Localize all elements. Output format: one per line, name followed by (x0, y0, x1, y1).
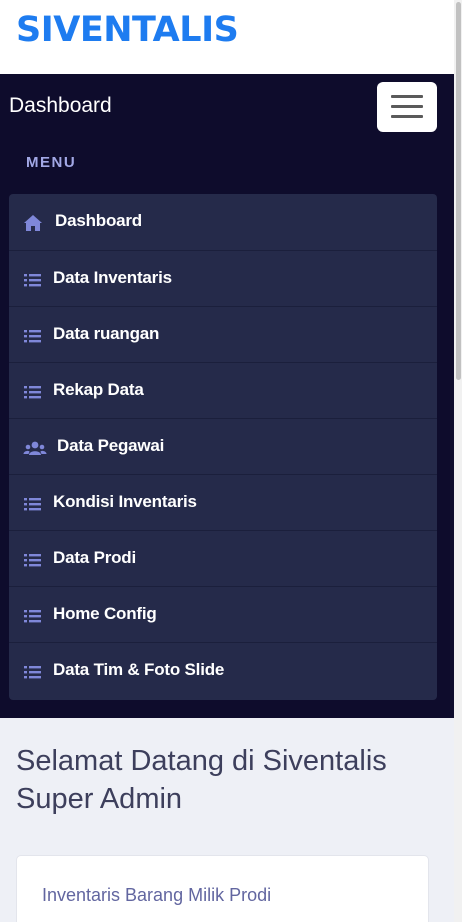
sidebar-item-kondisi-inventaris[interactable]: Kondisi Inventaris (9, 474, 437, 530)
list-icon (24, 554, 41, 567)
menu-toggle-button[interactable] (377, 82, 437, 132)
sidebar-item-dashboard[interactable]: Dashboard (9, 194, 437, 250)
navbar-title[interactable]: Dashboard (9, 94, 112, 118)
welcome-heading: Selamat Datang di Siventalis Super Admin (16, 745, 387, 815)
list-icon (24, 498, 41, 511)
scrollbar-thumb[interactable] (456, 2, 461, 380)
sidebar-item-data-tim-foto-slide[interactable]: Data Tim & Foto Slide (9, 642, 437, 698)
brand-logo-text[interactable]: SIVENTALIS (16, 10, 239, 50)
users-icon (23, 441, 47, 455)
home-icon (24, 215, 42, 231)
menu-section-label: MENU (26, 154, 77, 171)
sidebar-item-rekap-data[interactable]: Rekap Data (9, 362, 437, 418)
card-title: Inventaris Barang Milik Prodi (42, 885, 272, 905)
sidebar-item-label: Home Config (53, 604, 157, 623)
list-icon (24, 610, 41, 623)
sidebar-item-data-inventaris[interactable]: Data Inventaris (9, 250, 437, 306)
brand-header: SIVENTALIS (0, 0, 454, 74)
sidebar-item-label: Data Inventaris (53, 268, 172, 287)
sidebar-item-label: Rekap Data (53, 380, 144, 399)
hamburger-icon-line (391, 105, 423, 108)
list-icon (24, 274, 41, 287)
sidebar-item-data-prodi[interactable]: Data Prodi (9, 530, 437, 586)
hamburger-icon (391, 95, 423, 98)
list-icon (24, 330, 41, 343)
sidebar-item-data-ruangan[interactable]: Data ruangan (9, 306, 437, 362)
list-icon (24, 386, 41, 399)
sidebar-item-label: Kondisi Inventaris (53, 492, 197, 511)
sidebar-item-home-config[interactable]: Home Config (9, 586, 437, 642)
sidebar-item-data-pegawai[interactable]: Data Pegawai (9, 418, 437, 474)
inventory-card: Inventaris Barang Milik Prodi (16, 855, 429, 922)
sidebar-item-label: Dashboard (55, 211, 142, 230)
list-icon (24, 666, 41, 679)
sidebar-item-label: Data Tim & Foto Slide (53, 660, 225, 679)
hamburger-icon-line (391, 115, 423, 118)
sidebar-item-label: Data Pegawai (57, 436, 165, 455)
sidebar-menu: Dashboard Data Inventaris Data ruangan R… (9, 194, 437, 700)
sidebar-item-label: Data ruangan (53, 324, 160, 343)
sidebar-item-label: Data Prodi (53, 548, 137, 567)
